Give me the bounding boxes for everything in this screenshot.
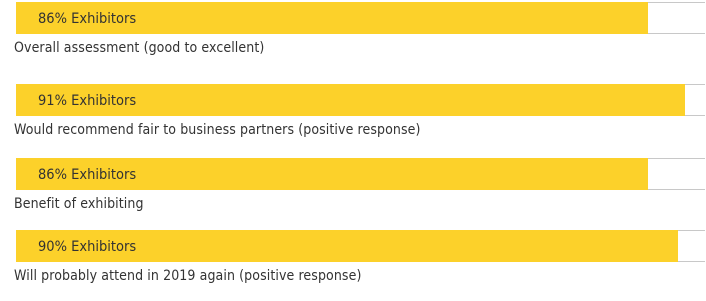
survey-row: 91% Exhibitors Would recommend fair to b… [0, 82, 706, 155]
bar-value-label: 86% Exhibitors [38, 167, 137, 183]
exhibitor-survey-chart: 86% Exhibitors Overall assessment (good … [0, 0, 706, 298]
bar-track: 91% Exhibitors [16, 84, 705, 116]
survey-row: 90% Exhibitors Will probably attend in 2… [0, 228, 706, 301]
bar-track: 90% Exhibitors [16, 230, 705, 262]
category-label: Will probably attend in 2019 again (posi… [14, 268, 362, 284]
bar-value-label: 86% Exhibitors [38, 11, 137, 27]
category-label: Would recommend fair to business partner… [14, 122, 421, 138]
bar-track: 86% Exhibitors [16, 2, 705, 34]
bar-value-label: 90% Exhibitors [38, 239, 137, 255]
survey-row: 86% Exhibitors Overall assessment (good … [0, 0, 706, 73]
bar-value-label: 91% Exhibitors [38, 93, 137, 109]
category-label: Overall assessment (good to excellent) [14, 40, 265, 56]
survey-row: 86% Exhibitors Benefit of exhibiting [0, 156, 706, 229]
bar-track: 86% Exhibitors [16, 158, 705, 190]
category-label: Benefit of exhibiting [14, 196, 144, 212]
